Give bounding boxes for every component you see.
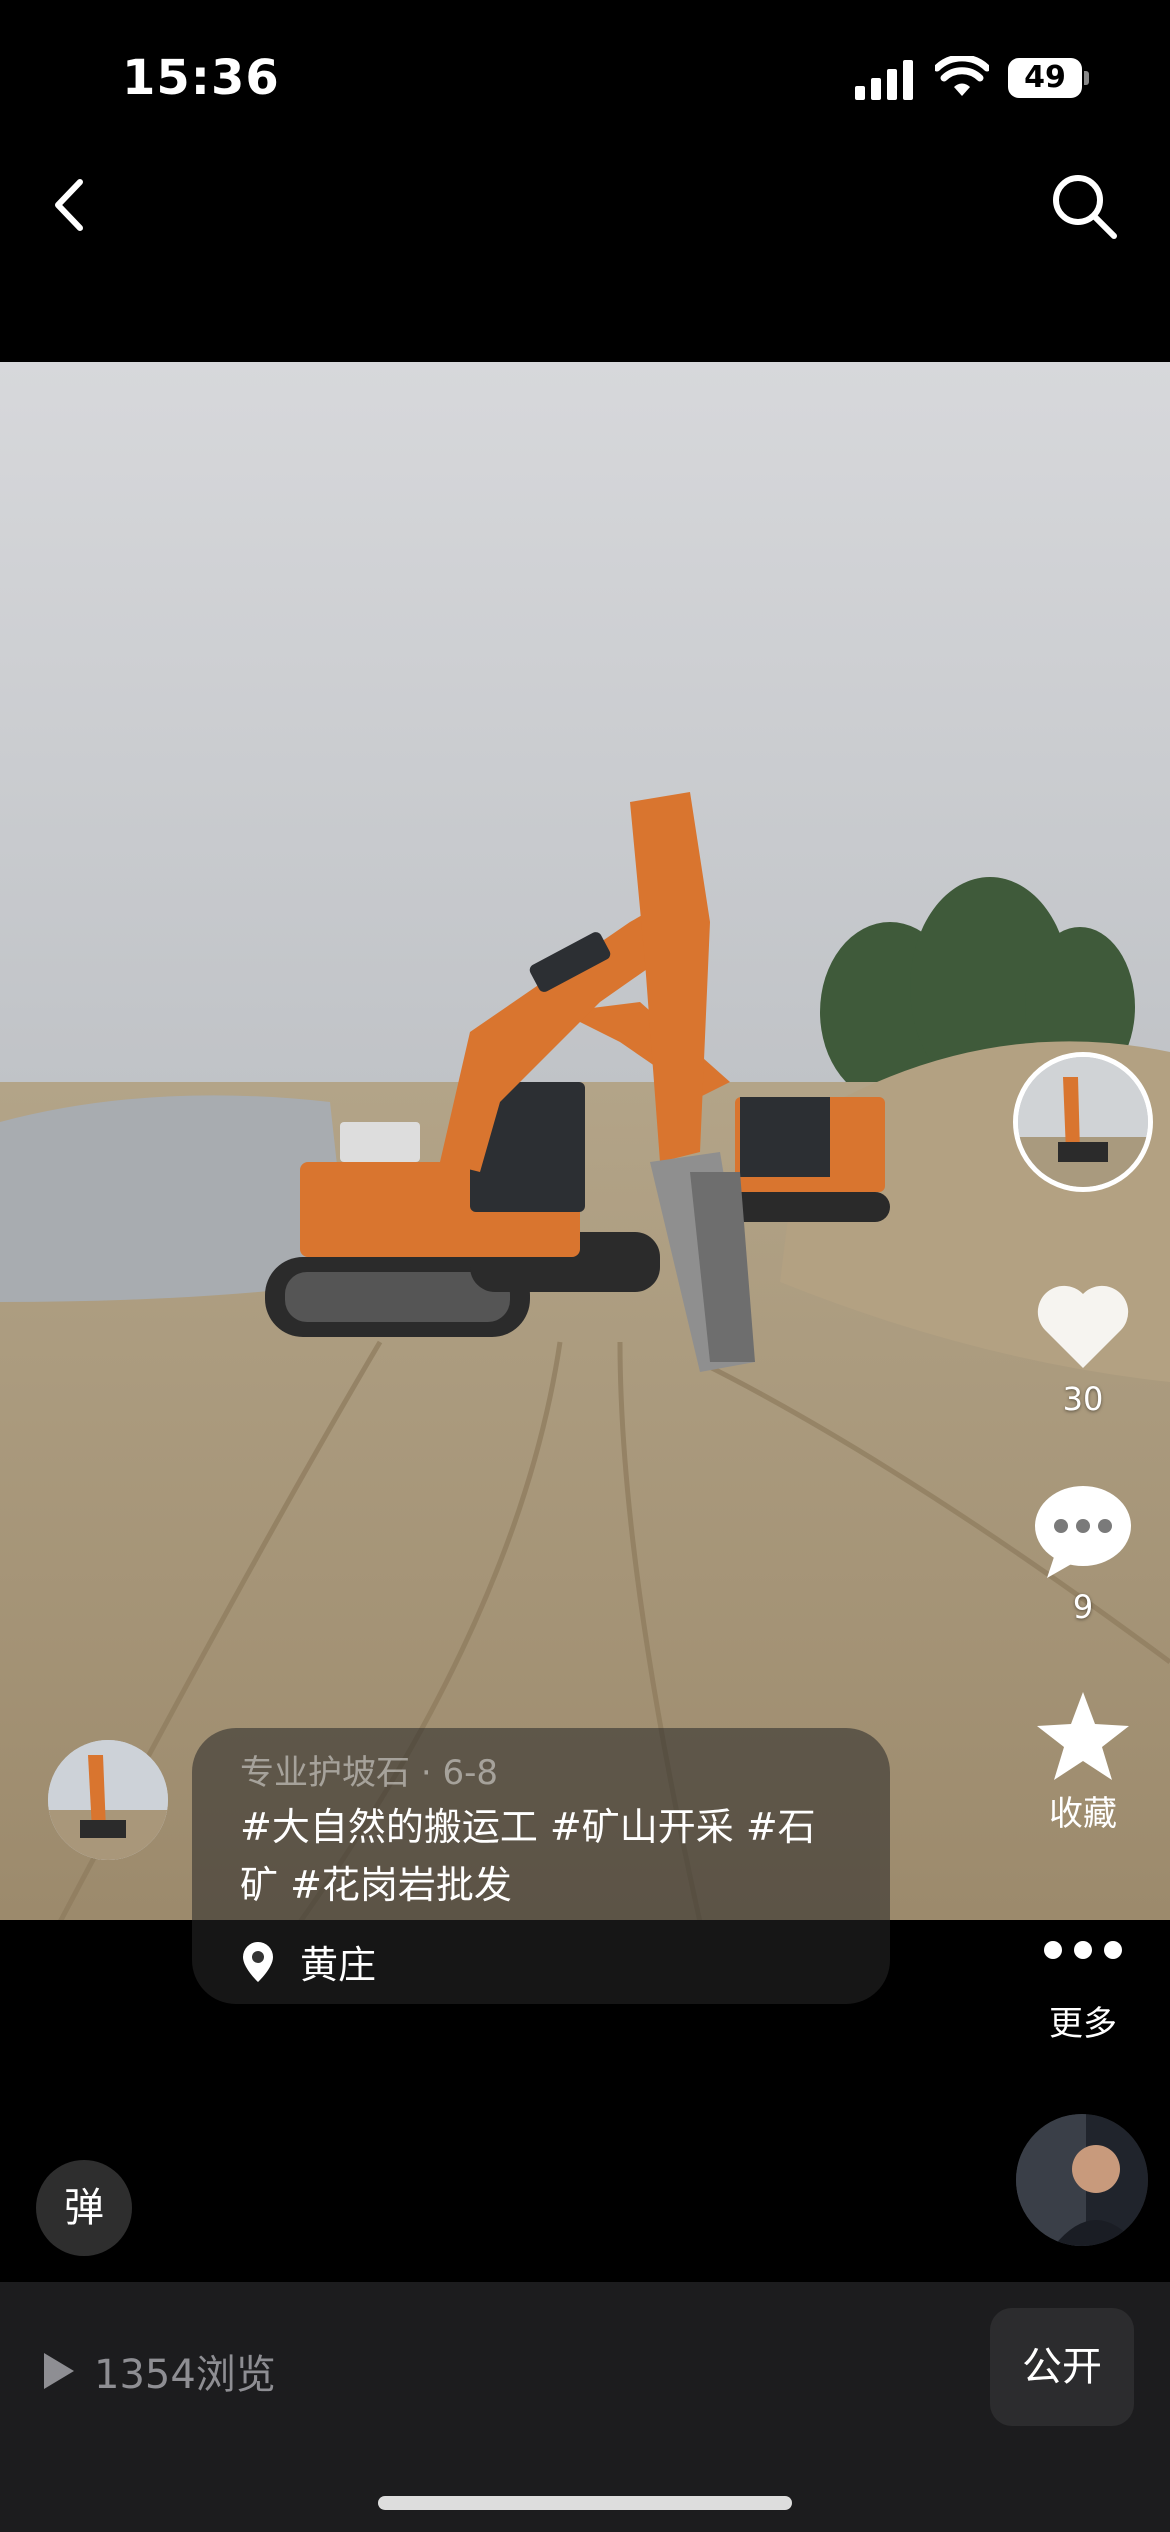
search-button[interactable]: [1046, 168, 1122, 244]
author-name[interactable]: 专业护坡石: [240, 1753, 410, 1793]
caption-text[interactable]: #大自然的搬运工 #矿山开采 #石矿 #花岗岩批发: [240, 1798, 850, 1914]
author-avatar[interactable]: [48, 1740, 168, 1860]
cellular-signal-icon: [855, 60, 913, 100]
view-count-label: 1354浏览: [94, 2352, 276, 2398]
meta-separator: ·: [420, 1753, 443, 1793]
location-name: 黄庄: [300, 1943, 377, 1987]
battery-icon: 49: [1008, 58, 1089, 98]
back-button[interactable]: [40, 170, 100, 240]
like-button[interactable]: 30: [1013, 1280, 1153, 1418]
comment-bubble-icon: [1035, 1486, 1131, 1578]
music-disc-avatar[interactable]: [1013, 1052, 1153, 1192]
chevron-left-icon: [55, 179, 83, 231]
more-label: 更多: [1049, 2004, 1117, 2044]
danmu-toggle-button[interactable]: 弹: [36, 2160, 132, 2256]
video-frame: [0, 362, 1170, 1920]
bottom-bar: 1354浏览 公开: [0, 2282, 1170, 2532]
creator-avatar[interactable]: [1016, 2114, 1148, 2246]
battery-level: 49: [1008, 58, 1082, 98]
wifi-icon: [935, 56, 989, 96]
play-icon: [44, 2353, 74, 2389]
creator-avatar-image: [1016, 2114, 1148, 2246]
battery-tip: [1084, 71, 1089, 85]
home-indicator[interactable]: [378, 2496, 792, 2510]
status-time: 15:36: [122, 50, 280, 106]
video-player[interactable]: [0, 362, 1170, 1920]
caption-meta: 专业护坡石 · 6-8: [240, 1748, 842, 1798]
map-pin-icon: [243, 1941, 273, 1982]
post-date: 6-8: [442, 1753, 498, 1793]
favorite-button[interactable]: 收藏: [1013, 1690, 1153, 1835]
star-icon: [1037, 1692, 1129, 1780]
search-icon: [1053, 175, 1117, 239]
like-count: 30: [1062, 1380, 1104, 1418]
more-button[interactable]: 更多: [1013, 1930, 1153, 2045]
disc-thumbnail: [1018, 1057, 1148, 1187]
comment-count: 9: [1072, 1588, 1094, 1626]
favorite-label: 收藏: [1049, 1794, 1117, 1834]
ellipsis-icon: [1044, 1941, 1122, 1959]
comment-button[interactable]: 9: [1013, 1484, 1153, 1626]
author-avatar-image: [48, 1740, 168, 1860]
view-count: 1354浏览: [42, 2342, 276, 2400]
location-tag[interactable]: 黄庄: [240, 1934, 376, 1989]
status-bar: 15:36 49: [0, 0, 1170, 150]
visibility-public-button[interactable]: 公开: [990, 2308, 1134, 2426]
caption-card[interactable]: 专业护坡石 · 6-8 #大自然的搬运工 #矿山开采 #石矿 #花岗岩批发 黄庄: [192, 1728, 890, 2004]
heart-icon: [1037, 1285, 1129, 1368]
